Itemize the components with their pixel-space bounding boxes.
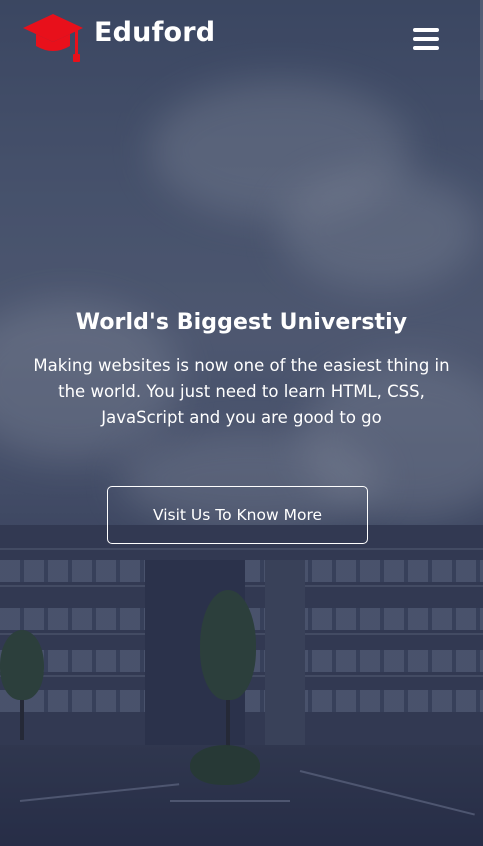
hero-text: World's Biggest Universtiy Making websit…	[0, 310, 483, 431]
brand-logo[interactable]: Eduford	[22, 12, 215, 64]
brand-name: Eduford	[94, 16, 216, 48]
visit-us-button[interactable]: Visit Us To Know More	[107, 486, 368, 544]
hamburger-menu-icon[interactable]	[413, 28, 439, 50]
graduation-cap-icon	[22, 12, 84, 64]
hero-description: Making websites is now one of the easies…	[33, 356, 450, 427]
hero-title: World's Biggest Universtiy	[75, 310, 408, 335]
site-header: Eduford	[0, 0, 483, 70]
